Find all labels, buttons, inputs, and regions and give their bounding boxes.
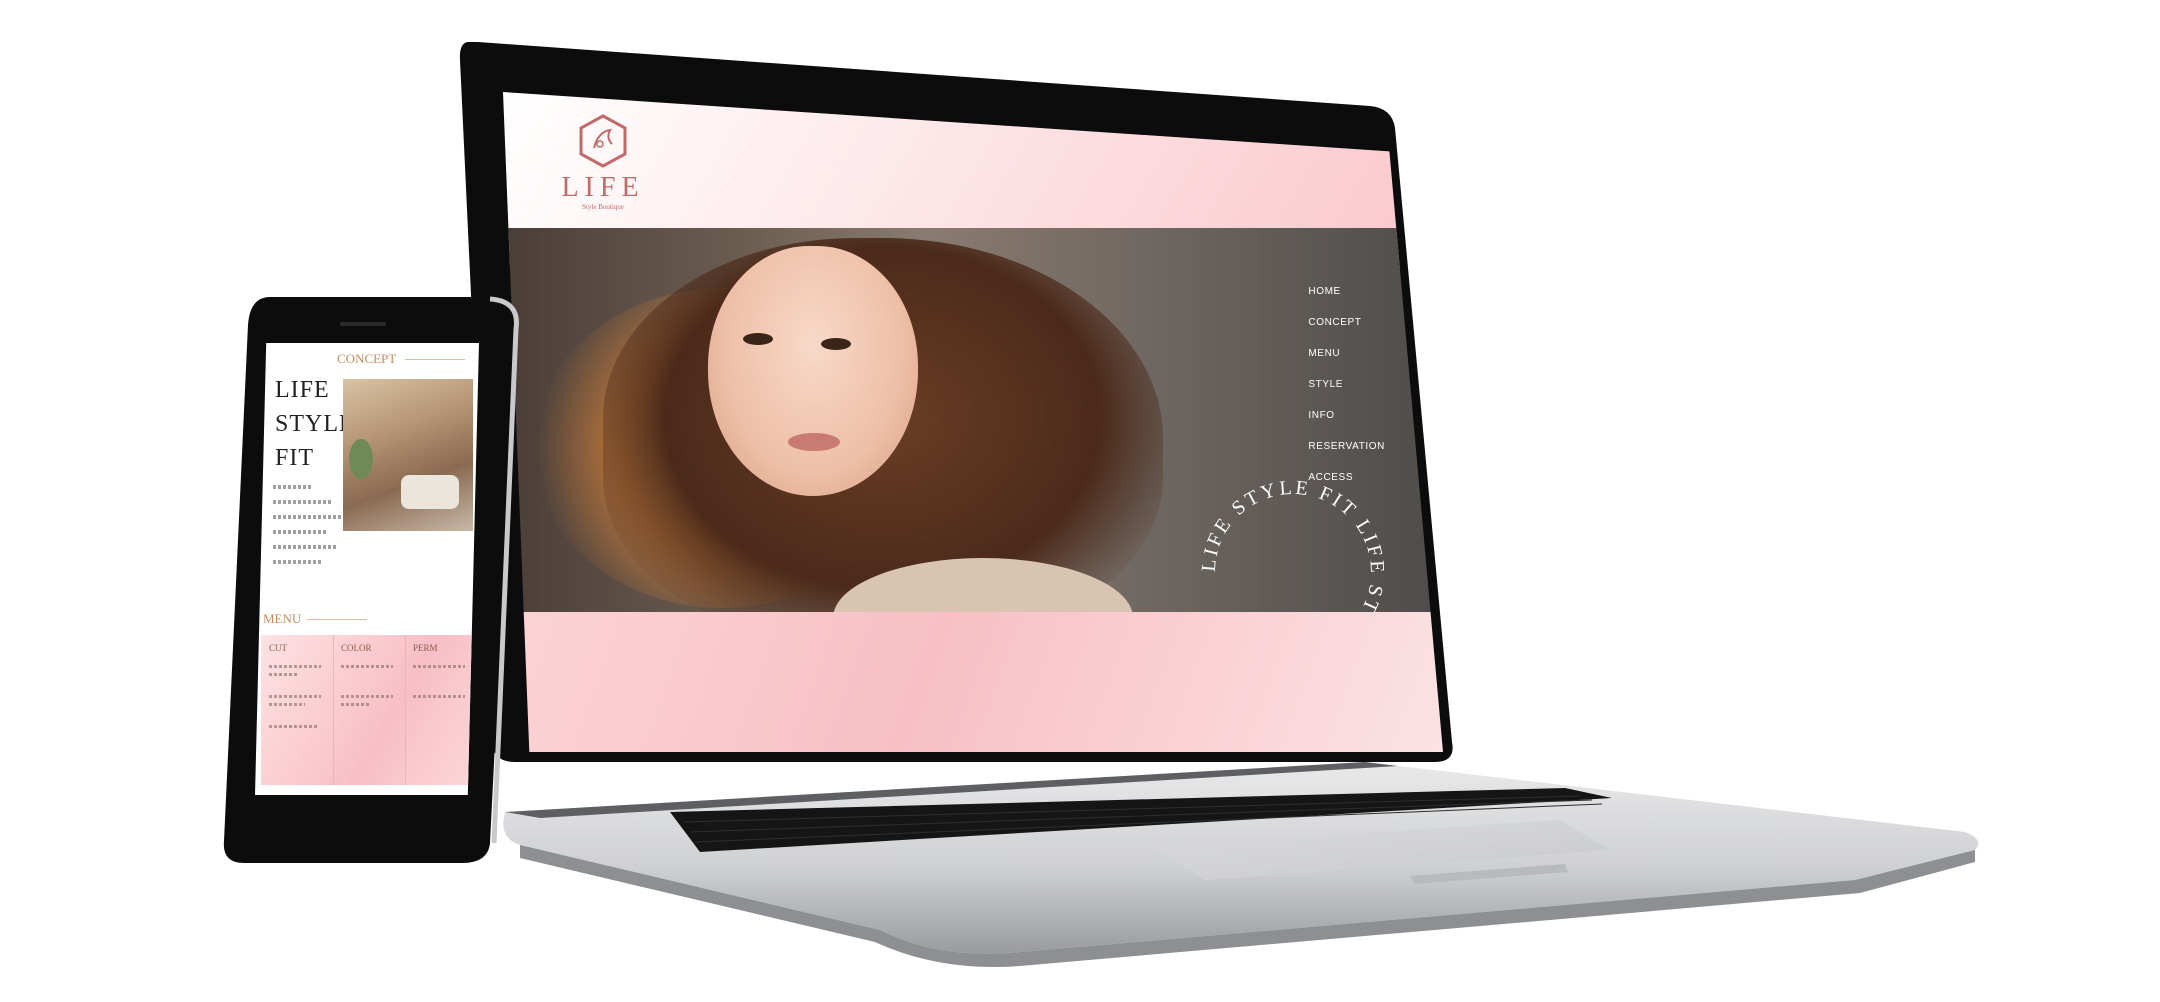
nav-item-style[interactable]: STYLE: [1308, 379, 1385, 390]
logo-wordmark: LIFE: [561, 172, 645, 203]
concept-heading: CONCEPT: [337, 351, 397, 366]
phone-screen: CONCEPT LIFE STYLE FIT MENU CUT COLOR PE…: [255, 343, 479, 795]
salon-interior-photo: [343, 379, 473, 531]
left-eye: [743, 333, 773, 345]
menu-col-2-label[interactable]: COLOR: [341, 643, 372, 653]
laptop-screen: LIFE Style Boutique HOME CONCEPT MENU ST…: [503, 92, 1443, 752]
nav-item-concept[interactable]: CONCEPT: [1308, 317, 1385, 328]
sofa-shape: [401, 475, 459, 509]
menu-divider: [307, 619, 367, 620]
hexagon-logo-icon: [579, 114, 627, 168]
main-nav: HOME CONCEPT MENU STYLE INFO RESERVATION…: [1308, 286, 1385, 483]
menu-col-3-label[interactable]: PERM: [413, 643, 438, 653]
nav-item-info[interactable]: INFO: [1308, 410, 1385, 421]
face-shape: [708, 246, 918, 496]
menu-grid: CUT COLOR PERM: [261, 635, 473, 785]
concept-body-text: [273, 485, 343, 575]
footer-band: [503, 612, 1443, 752]
phone-mockup: CONCEPT LIFE STYLE FIT MENU CUT COLOR PE…: [222, 295, 520, 865]
menu-heading: MENU: [263, 611, 302, 626]
nav-item-reservation[interactable]: RESERVATION: [1308, 441, 1385, 452]
plant-shape: [349, 439, 373, 479]
nav-item-home[interactable]: HOME: [1308, 286, 1385, 297]
site-logo[interactable]: LIFE Style Boutique: [558, 114, 648, 211]
nav-item-menu[interactable]: MENU: [1308, 348, 1385, 359]
right-eye: [821, 338, 851, 350]
concept-divider: [405, 359, 465, 360]
lips-shape: [788, 433, 840, 451]
menu-col-1-label[interactable]: CUT: [269, 643, 287, 653]
logo-tagline: Style Boutique: [582, 203, 624, 211]
